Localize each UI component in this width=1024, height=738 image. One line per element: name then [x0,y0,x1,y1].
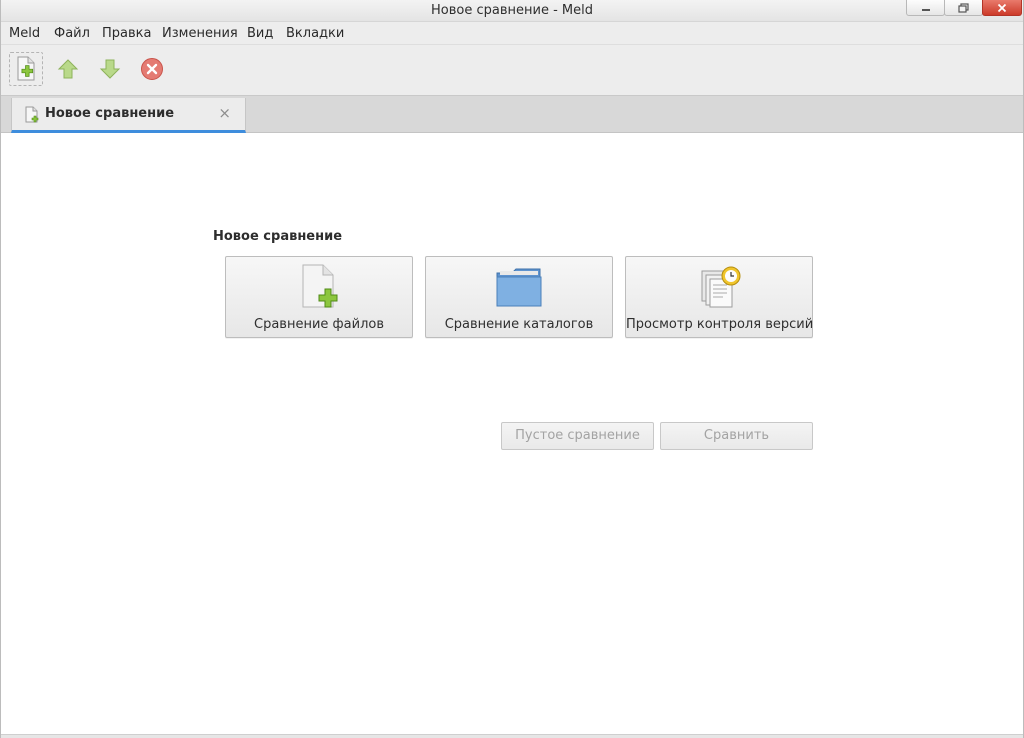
directory-comparison-label: Сравнение каталогов [444,317,594,332]
version-control-label: Просмотр контроля версий [626,317,814,332]
blank-comparison-button[interactable]: Пустое сравнение [501,422,654,450]
tab-new-comparison[interactable]: Новое сравнение × [11,98,246,133]
file-comparison-button[interactable]: Сравнение файлов [225,256,413,338]
menu-edit[interactable]: Правка [102,26,151,41]
new-comparison-button[interactable] [9,52,43,86]
menu-meld[interactable]: Meld [9,26,40,41]
file-comparison-label: Сравнение файлов [254,317,384,332]
section-title: Новое сравнение [213,229,343,244]
version-control-button[interactable]: Просмотр контроля версий [625,256,813,338]
close-icon [997,3,1007,12]
window-title: Новое сравнение - Meld [431,3,593,18]
arrow-down-icon [99,59,121,79]
meld-window: Новое сравнение - Meld Meld Файл Правка … [0,0,1024,738]
new-document-icon [24,106,40,128]
tab-close-icon[interactable]: × [218,104,231,122]
minimize-icon [921,8,930,11]
next-change-button[interactable] [93,52,127,86]
menu-bar: Meld Файл Правка Изменения Вид Вкладки [1,22,1023,45]
minimize-button[interactable] [906,0,945,16]
menu-changes[interactable]: Изменения [162,26,238,41]
title-bar: Новое сравнение - Meld [1,0,1023,22]
file-add-icon [226,263,412,311]
menu-tabs[interactable]: Вкладки [286,26,344,41]
stop-button[interactable] [135,52,169,86]
maximize-button[interactable] [944,0,983,16]
window-bottom-border [1,734,1023,738]
new-document-icon [17,56,35,81]
close-window-button[interactable] [982,0,1022,16]
version-control-icon [626,263,812,311]
compare-button[interactable]: Сравнить [660,422,813,450]
directory-comparison-button[interactable]: Сравнение каталогов [425,256,613,338]
arrow-up-icon [57,59,79,79]
previous-change-button[interactable] [51,52,85,86]
toolbar [1,45,1023,96]
stop-icon [141,58,163,80]
menu-view[interactable]: Вид [247,26,273,41]
folder-icon [426,263,612,311]
tab-strip: Новое сравнение × [1,96,1023,133]
restore-icon [957,2,969,13]
menu-file[interactable]: Файл [54,26,90,41]
tab-label: Новое сравнение [45,106,175,121]
